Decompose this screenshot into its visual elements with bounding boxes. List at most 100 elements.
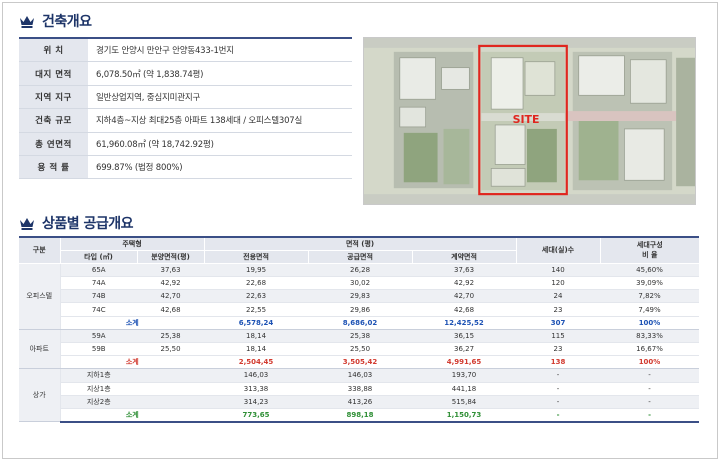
- subtotal-ratio: -: [600, 408, 700, 423]
- cell-common: 26,28: [308, 263, 413, 278]
- cell-sale-area: [137, 368, 205, 383]
- subtotal-exclusive: 773,65: [204, 408, 309, 423]
- cell-type: 59B: [60, 342, 137, 357]
- cell-ratio: -: [600, 395, 700, 409]
- overview-value: 지하4층~지상 최대25층 아파트 138세대 / 오피스텔307실: [96, 116, 303, 127]
- cell-type: 74C: [60, 302, 137, 317]
- cell-common: 25,38: [308, 329, 413, 344]
- subtotal-common: 8,686,02: [308, 316, 413, 330]
- cell-contract: 42,70: [412, 289, 517, 304]
- group-label: 오피스텔: [19, 263, 61, 330]
- header-category: 구분: [19, 235, 60, 264]
- overview-table: 위 치 경기도 안양시 만안구 안양동433-1번지대지 면적 6,078.50㎡ …: [19, 37, 352, 180]
- overview-value: 일반상업지역, 중심지미관지구: [96, 92, 201, 103]
- header-exclusive: 전용면적: [203, 250, 309, 264]
- cell-exclusive: 22,68: [204, 276, 309, 291]
- table-row: 74C 42,68 22,55 29,86 42,68 23 7,49%: [19, 302, 700, 317]
- cell-type: 74A: [60, 276, 137, 291]
- cell-type: 지상2층: [60, 395, 137, 409]
- cell-exclusive: 313,38: [204, 382, 309, 396]
- cell-ratio: 83,33%: [600, 329, 700, 344]
- cell-sale-area: [137, 395, 205, 409]
- cell-exclusive: 19,95: [204, 263, 309, 278]
- cell-units: 23: [516, 302, 601, 317]
- cell-common: 413,26: [308, 395, 413, 409]
- crown-icon: [20, 15, 34, 28]
- cell-exclusive: 22,55: [204, 302, 309, 317]
- overview-value: 61,960.08㎡ (약 18,742.92평): [96, 139, 214, 150]
- subtotal-common: 898,18: [308, 408, 413, 423]
- table-row: 74B 42,70 22,63 29,83 42,70 24 7,82%: [19, 289, 700, 304]
- cell-ratio: 45,60%: [600, 263, 700, 278]
- overview-label: 건축 규모: [19, 109, 88, 132]
- cell-sale-area: 25,38: [137, 329, 205, 344]
- table-row: 아파트 59A 25,38 18,14 25,38 36,15 115 83,33%: [19, 329, 700, 370]
- cell-units: 140: [516, 263, 601, 278]
- header-contract: 계약면적: [411, 250, 517, 264]
- cell-sale-area: 42,92: [137, 276, 205, 291]
- cell-ratio: 16,67%: [600, 342, 700, 357]
- cell-exclusive: 22,63: [204, 289, 309, 304]
- table-row: 지상1층 313,38 338,88 441,18- -: [19, 382, 700, 396]
- cell-ratio: 39,09%: [600, 276, 700, 291]
- cell-units: 115: [516, 329, 601, 344]
- subtotal-exclusive: 2,504,45: [204, 355, 309, 370]
- cell-units: -: [516, 382, 601, 396]
- site-plan-image: SITE: [363, 37, 696, 205]
- crown-icon: [20, 217, 34, 230]
- table-row: 59B 25,50 18,14 25,50 36,27 23 16,67%: [19, 342, 700, 357]
- cell-common: 30,02: [308, 276, 413, 291]
- subtotal-common: 3,505,42: [308, 355, 413, 370]
- cell-ratio: -: [600, 382, 700, 396]
- cell-ratio: -: [600, 368, 700, 383]
- table-row: 지상2층 314,23 413,26 515,84- -: [19, 395, 700, 409]
- group-label: 상가: [19, 368, 61, 423]
- subtotal-row: 소계 773,65 898,18 1,150,73- -: [19, 408, 700, 423]
- overview-value: 6,078.50㎡ (약 1,838.74평): [96, 69, 204, 80]
- subtotal-units: -: [516, 408, 601, 423]
- supply-section-title: 상품별 공급개요: [19, 213, 134, 233]
- subtotal-row: 소계 6,578,24 8,686,02 12,425,52 307 100%: [19, 316, 700, 330]
- cell-type: 지상1층: [60, 382, 137, 396]
- subtotal-ratio: 100%: [600, 355, 700, 370]
- overview-row: 지역 지구 일반상업지역, 중심지미관지구: [19, 85, 352, 110]
- cell-type: 74B: [60, 289, 137, 304]
- cell-common: 25,50: [308, 342, 413, 357]
- cell-units: -: [516, 395, 601, 409]
- table-row: 74A 42,92 22,68 30,02 42,92 120 39,09%: [19, 276, 700, 291]
- subtotal-contract: 12,425,52: [412, 316, 517, 330]
- cell-sale-area: 37,63: [137, 263, 205, 278]
- cell-common: 338,88: [308, 382, 413, 396]
- overview-value: 경기도 안양시 만안구 안양동433-1번지: [96, 46, 234, 57]
- supply-table-body: 오피스텔 65A 37,63 19,95 26,28 37,63 140 45,60% 74A 4…: [19, 263, 700, 423]
- overview-section-title: 건축개요: [19, 11, 92, 31]
- cell-common: 146,03: [308, 368, 413, 383]
- cell-contract: 36,15: [412, 329, 517, 344]
- overview-label: 위 치: [19, 39, 88, 62]
- cell-exclusive: 18,14: [204, 342, 309, 357]
- subtotal-exclusive: 6,578,24: [204, 316, 309, 330]
- overview-label: 대지 면적: [19, 62, 88, 85]
- cell-exclusive: 146,03: [204, 368, 309, 383]
- overview-row: 총 연면적 61,960.08㎡ (약 18,742.92평): [19, 132, 352, 156]
- cell-type: 59A: [60, 329, 137, 344]
- header-housing-type: 주택형: [59, 235, 205, 251]
- supply-title: 상품별 공급개요: [42, 216, 134, 232]
- subtotal-row: 소계 2,504,45 3,505,42 4,991,65 138 100%: [19, 355, 700, 370]
- header-common: 공급면적: [307, 250, 413, 264]
- cell-sale-area: 42,68: [137, 302, 205, 317]
- cell-contract: 42,68: [412, 302, 517, 317]
- subtotal-contract: 1,150,73: [412, 408, 517, 423]
- overview-title: 건축개요: [42, 14, 92, 30]
- overview-row: 위 치 경기도 안양시 만안구 안양동433-1번지: [19, 39, 352, 63]
- header-ratio-line1: 세대구성: [636, 241, 663, 250]
- site-plan-drawing: SITE: [364, 38, 695, 204]
- cell-ratio: 7,49%: [600, 302, 700, 317]
- cell-contract: 441,18: [412, 382, 517, 396]
- cell-common: 29,83: [308, 289, 413, 304]
- cell-common: 29,86: [308, 302, 413, 317]
- header-units: 세대(실)수: [515, 235, 601, 264]
- header-ratio: 세대구성 비 율: [599, 235, 700, 264]
- overview-label: 지역 지구: [19, 85, 88, 109]
- header-type: 타입 (㎡): [59, 250, 137, 264]
